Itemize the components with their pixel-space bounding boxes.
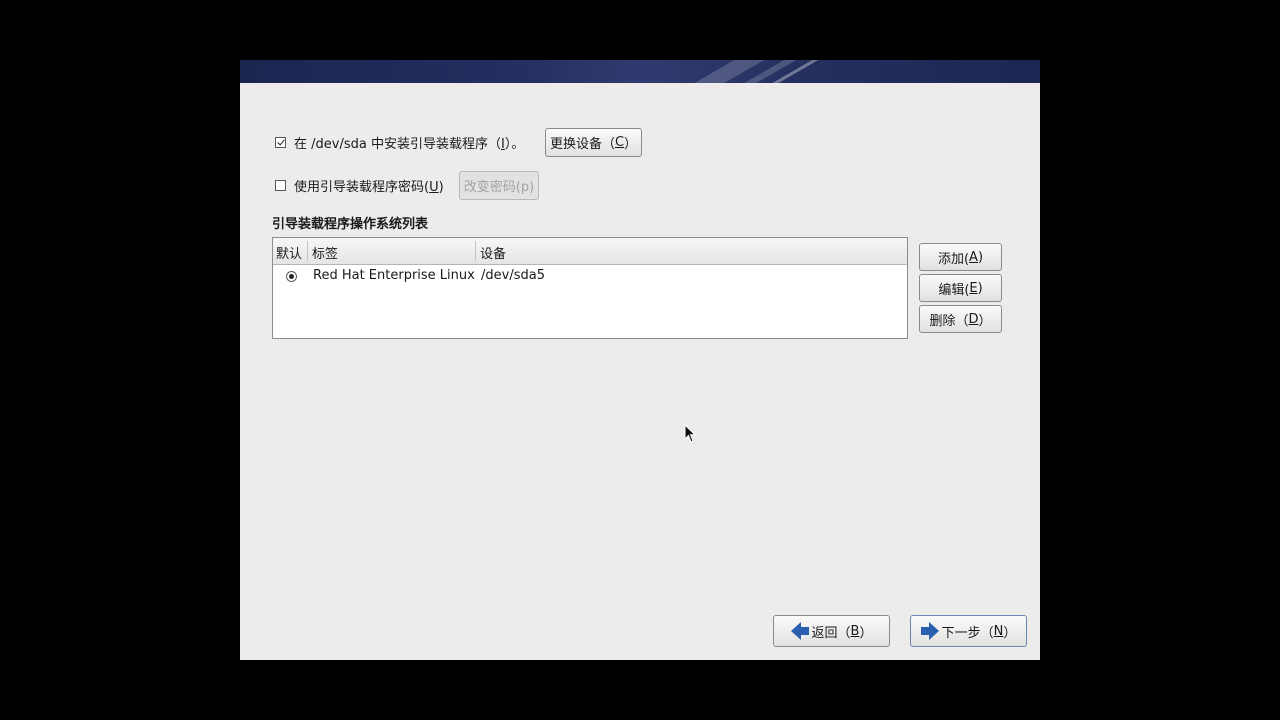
install-bootloader-checkbox[interactable] <box>275 136 286 148</box>
add-button[interactable]: 添加(A) <box>919 243 1002 271</box>
row-label: Red Hat Enterprise Linux <box>313 268 475 283</box>
installer-window: 在 /dev/sda 中安装引导装载程序（I）。 更换设备（ C） 使用引导装载程… <box>240 60 1040 660</box>
column-device[interactable]: 设备 <box>480 243 506 262</box>
row-device: /dev/sda5 <box>481 268 545 283</box>
os-list-table[interactable]: 默认 标签 设备 Red Hat Enterprise Linux /dev/s… <box>272 237 908 339</box>
table-row[interactable]: Red Hat Enterprise Linux /dev/sda5 <box>273 265 907 287</box>
install-bootloader-label[interactable]: 在 /dev/sda 中安装引导装载程序（I）。 <box>294 133 524 152</box>
change-device-button[interactable]: 更换设备（ C） <box>545 128 642 157</box>
back-arrow-icon <box>790 622 809 640</box>
default-radio[interactable] <box>286 271 297 282</box>
column-default[interactable]: 默认 <box>276 243 302 262</box>
mouse-cursor-icon <box>684 424 696 443</box>
bootloader-password-row: 使用引导装载程序密码(U) <box>275 171 444 199</box>
os-list-header: 默认 标签 设备 <box>273 238 907 265</box>
change-password-button[interactable]: 改变密码(p) <box>459 171 539 200</box>
back-button[interactable]: 返回（ B） <box>773 615 890 647</box>
delete-button[interactable]: 删除（ D） <box>919 305 1002 333</box>
bootloader-password-label[interactable]: 使用引导装载程序密码(U) <box>294 176 444 195</box>
bootloader-password-checkbox[interactable] <box>275 179 286 191</box>
os-list-title: 引导装载程序操作系统列表 <box>272 217 429 232</box>
header-banner <box>240 60 1040 83</box>
next-arrow-icon <box>920 622 939 640</box>
column-label[interactable]: 标签 <box>312 243 338 262</box>
edit-button[interactable]: 编辑(E) <box>919 274 1002 302</box>
next-button[interactable]: 下一步（ N） <box>910 615 1027 647</box>
install-bootloader-row: 在 /dev/sda 中安装引导装载程序（I）。 <box>275 128 524 156</box>
